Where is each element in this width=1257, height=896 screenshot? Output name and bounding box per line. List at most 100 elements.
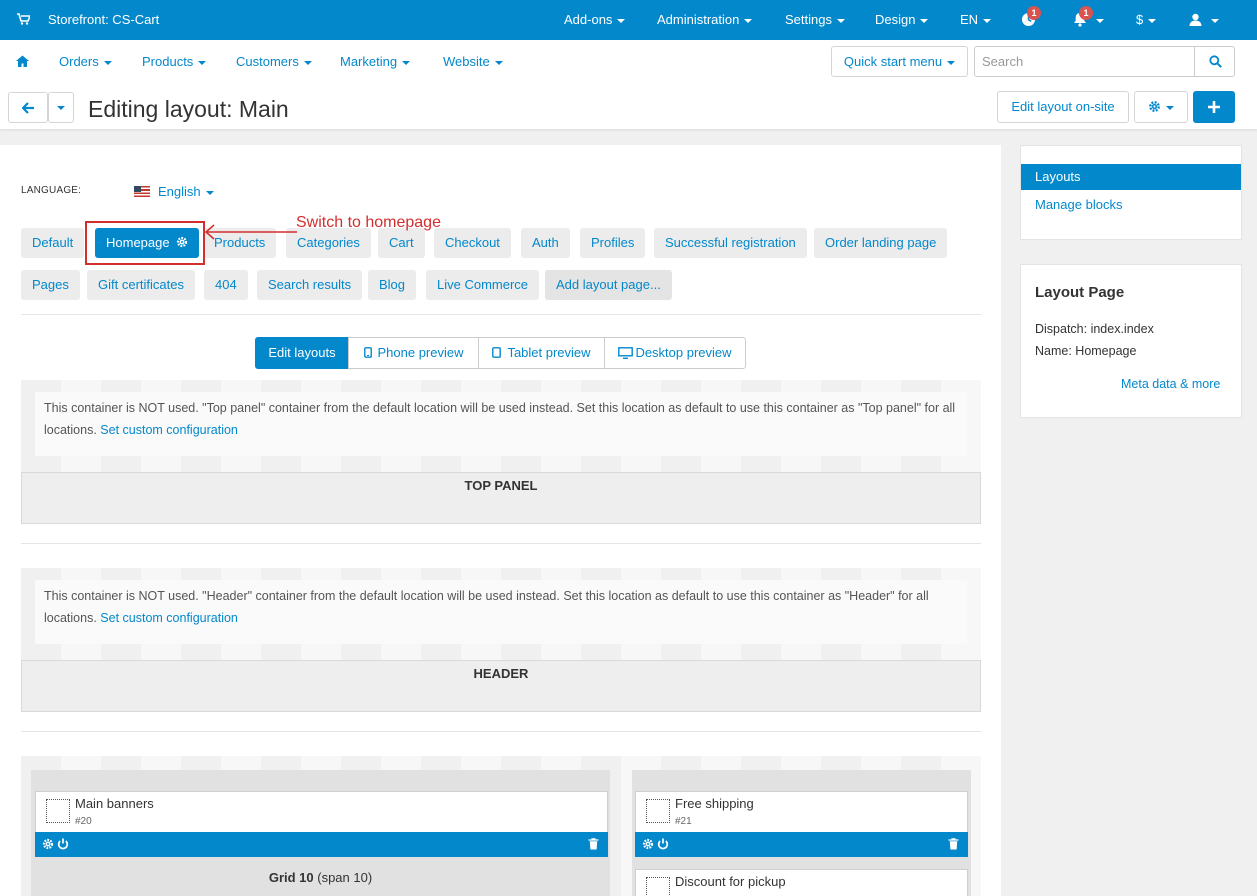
history-dropdown-button[interactable] — [48, 92, 74, 123]
block-discount-for-pickup[interactable]: Discount for pickup — [635, 869, 968, 896]
desktop-icon — [618, 347, 634, 359]
currency-label: $ — [1136, 12, 1144, 27]
header-container[interactable]: HEADER — [21, 660, 981, 712]
nav-orders[interactable]: Orders — [59, 40, 112, 84]
arrow-left-icon — [22, 102, 34, 114]
tab-auth[interactable]: Auth — [521, 228, 570, 258]
trash-icon[interactable] — [588, 838, 599, 850]
grid-span: (span 10) — [317, 870, 373, 885]
block-id: #21 — [675, 816, 692, 827]
edit-layouts-tab[interactable]: Edit layouts — [255, 337, 349, 369]
tab-pages[interactable]: Pages — [21, 270, 80, 300]
language-selector[interactable]: English — [134, 184, 214, 199]
tab-blog[interactable]: Blog — [368, 270, 417, 300]
phone-icon — [363, 347, 372, 358]
language-value: English — [158, 184, 201, 199]
search-input[interactable] — [974, 46, 1195, 77]
block-id: #20 — [75, 816, 92, 827]
menu-settings[interactable]: Settings — [785, 0, 845, 40]
quick-start-label: Quick start menu — [843, 54, 943, 69]
block-toolbar — [635, 832, 968, 857]
search-button[interactable] — [1194, 46, 1235, 77]
menu-language[interactable]: EN — [960, 0, 992, 40]
block-placeholder-icon — [646, 877, 670, 896]
top-bar: Storefront: CS-Cart Add-ons Administrati… — [0, 0, 1257, 40]
menu-label: Add-ons — [564, 12, 613, 27]
menu-addons[interactable]: Add-ons — [564, 0, 626, 40]
menu-design[interactable]: Design — [875, 0, 929, 40]
chevron-down-icon — [103, 60, 112, 65]
gear-icon[interactable] — [42, 838, 54, 850]
add-button[interactable] — [1193, 91, 1235, 123]
trash-icon[interactable] — [948, 838, 959, 850]
desktop-preview-tab[interactable]: Desktop preview — [604, 337, 746, 369]
block-placeholder-icon — [646, 799, 670, 823]
meta-data-link[interactable]: Meta data & more — [1121, 377, 1220, 391]
home-icon[interactable] — [16, 40, 29, 84]
tablet-icon — [492, 347, 502, 358]
header-notice: This container is NOT used. "Header" con… — [35, 580, 967, 644]
menu-label: Design — [875, 12, 916, 27]
tab-profiles[interactable]: Profiles — [580, 228, 646, 258]
nav-products[interactable]: Products — [142, 40, 207, 84]
top-panel-container[interactable]: TOP PANEL — [21, 472, 981, 524]
block-free-shipping[interactable]: Free shipping #21 — [635, 791, 968, 833]
storefront-switcher[interactable]: Storefront: CS-Cart — [48, 0, 159, 40]
menu-label: Administration — [657, 12, 740, 27]
block-name: Free shipping — [675, 796, 754, 811]
power-icon[interactable] — [657, 838, 669, 850]
grid-label: Grid 10 (span 10) — [31, 870, 610, 885]
block-name: Main banners — [75, 796, 154, 811]
tab-cart[interactable]: Cart — [378, 228, 425, 258]
menu-currency[interactable]: $ — [1136, 0, 1157, 40]
chevron-down-icon — [1210, 18, 1219, 23]
set-custom-configuration-link[interactable]: Set custom configuration — [100, 611, 238, 625]
nav-label: Orders — [59, 54, 99, 69]
sidebar-item-layouts[interactable]: Layouts — [1021, 164, 1241, 190]
quick-start-menu-button[interactable]: Quick start menu — [831, 46, 968, 77]
set-custom-configuration-link[interactable]: Set custom configuration — [100, 423, 238, 437]
tab-404[interactable]: 404 — [204, 270, 248, 300]
tablet-preview-tab[interactable]: Tablet preview — [478, 337, 605, 369]
clock-badge: 1 — [1027, 6, 1041, 20]
block-placeholder-icon — [46, 799, 70, 823]
divider — [21, 543, 981, 544]
nav-website[interactable]: Website — [443, 40, 503, 84]
phone-preview-tab[interactable]: Phone preview — [348, 337, 479, 369]
settings-dropdown-button[interactable] — [1134, 91, 1188, 123]
nav-label: Customers — [236, 54, 299, 69]
chevron-down-icon — [836, 18, 845, 23]
block-main-banners[interactable]: Main banners #20 — [35, 791, 608, 833]
tab-default[interactable]: Default — [21, 228, 85, 258]
user-menu[interactable] — [1189, 0, 1219, 40]
tab-successful-registration[interactable]: Successful registration — [654, 228, 807, 258]
menu-label: EN — [960, 12, 979, 27]
nav-marketing[interactable]: Marketing — [340, 40, 411, 84]
menu-administration[interactable]: Administration — [657, 0, 753, 40]
nav-customers[interactable]: Customers — [236, 40, 312, 84]
block-toolbar — [35, 832, 608, 857]
power-icon[interactable] — [57, 838, 69, 850]
tablet-preview-label: Tablet preview — [507, 345, 591, 360]
tab-search-results[interactable]: Search results — [257, 270, 363, 300]
chevron-down-icon — [1166, 105, 1174, 110]
tab-checkout[interactable]: Checkout — [434, 228, 511, 258]
menu-label: Settings — [785, 12, 832, 27]
add-layout-page-button[interactable]: Add layout page... — [545, 270, 672, 300]
tab-live-commerce[interactable]: Live Commerce — [426, 270, 540, 300]
divider — [21, 731, 981, 732]
chevron-down-icon — [205, 190, 214, 195]
back-button[interactable] — [8, 92, 48, 123]
tab-gift-certificates[interactable]: Gift certificates — [87, 270, 195, 300]
edit-layout-onsite-button[interactable]: Edit layout on-site — [997, 91, 1129, 123]
tab-order-landing-page[interactable]: Order landing page — [814, 228, 948, 258]
sidebar-item-manage-blocks[interactable]: Manage blocks — [1021, 192, 1241, 218]
gear-icon[interactable] — [642, 838, 654, 850]
chevron-down-icon — [920, 18, 929, 23]
grid-name: Grid 10 — [268, 870, 314, 885]
annotation-highlight — [85, 221, 205, 265]
annotation-arrow-icon — [204, 224, 297, 240]
cart-icon[interactable] — [17, 0, 32, 40]
chevron-down-icon — [303, 60, 312, 65]
layout-page-title: Layout Page — [1035, 284, 1125, 301]
